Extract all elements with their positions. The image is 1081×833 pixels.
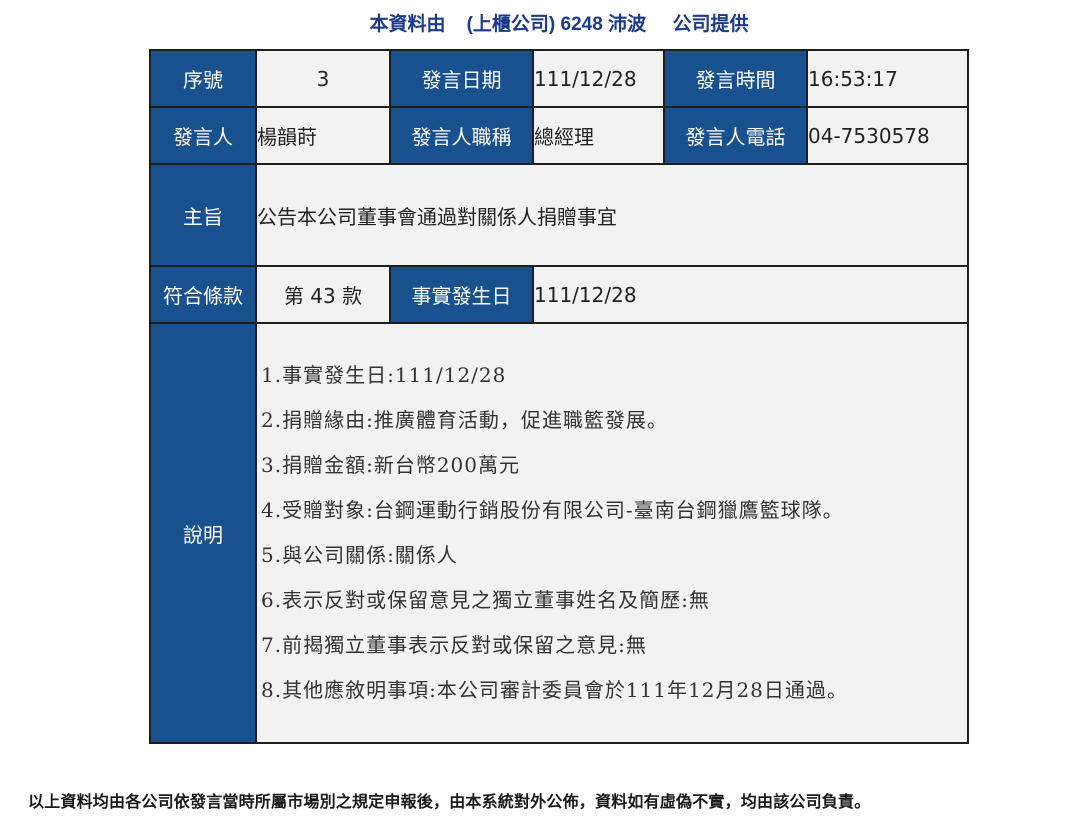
row-sequence-date-time: 序號 3 發言日期 111/12/28 發言時間 16:53:17 <box>149 49 969 108</box>
description-line: 7.前揭獨立董事表示反對或保留之意見:無 <box>261 633 647 657</box>
header-prefix: 本資料由 <box>369 14 446 35</box>
speaker-title-value: 總經理 <box>532 106 665 165</box>
announcement-table: 序號 3 發言日期 111/12/28 發言時間 16:53:17 發言人 楊韻… <box>149 49 969 744</box>
row-clause: 符合條款 第 43 款 事實發生日 111/12/28 <box>149 265 969 324</box>
header-company: (上櫃公司) 6248 沛波 <box>466 14 647 35</box>
speaker-title-label: 發言人職稱 <box>389 106 534 165</box>
speaker-phone-label: 發言人電話 <box>663 106 808 165</box>
subject-label: 主旨 <box>149 163 257 267</box>
description-line: 8.其他應敘明事項:本公司審計委員會於111年12月28日通過。 <box>261 678 848 702</box>
date-label: 發言日期 <box>389 49 534 108</box>
page-header: 本資料由 (上櫃公司) 6248 沛波 公司提供 <box>0 9 1081 36</box>
description-line: 2.捐贈緣由:推廣體育活動，促進職籃發展。 <box>261 408 668 432</box>
description-line: 5.與公司關係:關係人 <box>261 543 458 567</box>
description-line: 6.表示反對或保留意見之獨立董事姓名及簡歷:無 <box>261 588 710 612</box>
description-lines: 1.事實發生日:111/12/28 2.捐贈緣由:推廣體育活動，促進職籃發展。 … <box>258 353 966 713</box>
time-label: 發言時間 <box>663 49 808 108</box>
header-suffix: 公司提供 <box>672 14 749 35</box>
speaker-phone-value: 04-7530578 <box>806 106 969 165</box>
description-line: 4.受贈對象:台鋼運動行銷股份有限公司-臺南台鋼獵鷹籃球隊。 <box>261 498 844 522</box>
description-label: 說明 <box>149 322 257 744</box>
clause-label: 符合條款 <box>149 265 257 324</box>
description-line: 3.捐贈金額:新台幣200萬元 <box>261 453 520 477</box>
speaker-label: 發言人 <box>149 106 257 165</box>
event-date-label: 事實發生日 <box>389 265 534 324</box>
footer-disclaimer: 以上資料均由各公司依發言當時所屬市場別之規定申報後，由本系統對外公佈，資料如有虛… <box>28 792 871 811</box>
subject-value: 公告本公司董事會通過對關係人捐贈事宜 <box>255 163 969 267</box>
date-value: 111/12/28 <box>532 49 665 108</box>
description-body: 1.事實發生日:111/12/28 2.捐贈緣由:推廣體育活動，促進職籃發展。 … <box>255 322 969 744</box>
speaker-value: 楊韻莳 <box>255 106 391 165</box>
row-description: 說明 1.事實發生日:111/12/28 2.捐贈緣由:推廣體育活動，促進職籃發… <box>149 322 969 744</box>
row-speaker: 發言人 楊韻莳 發言人職稱 總經理 發言人電話 04-7530578 <box>149 106 969 165</box>
row-subject: 主旨 公告本公司董事會通過對關係人捐贈事宜 <box>149 163 969 267</box>
seq-label: 序號 <box>149 49 257 108</box>
clause-value: 第 43 款 <box>255 265 391 324</box>
seq-value: 3 <box>255 49 391 108</box>
time-value: 16:53:17 <box>806 49 969 108</box>
event-date-value: 111/12/28 <box>532 265 969 324</box>
description-line: 1.事實發生日:111/12/28 <box>261 363 507 387</box>
